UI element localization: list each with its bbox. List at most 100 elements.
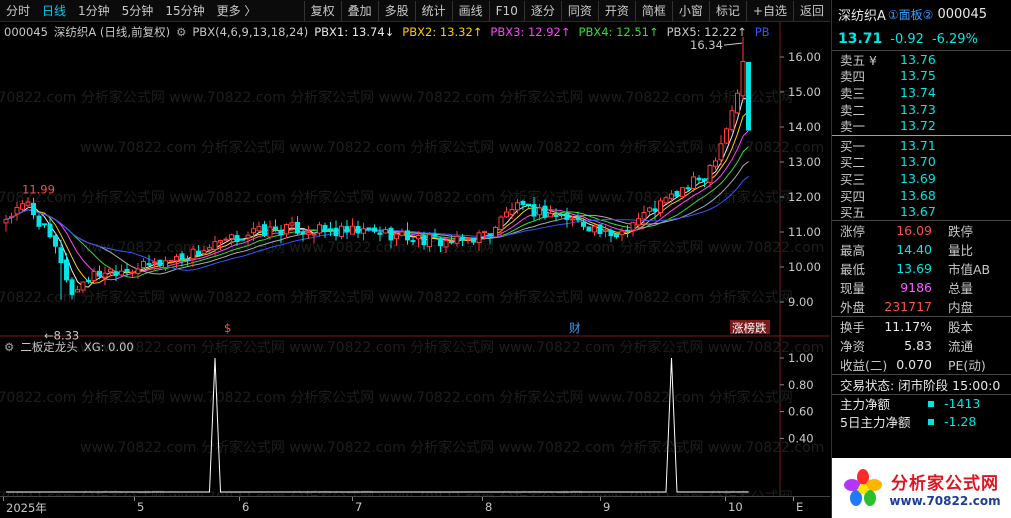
stat-row-4: 外盘 231717 内盘 xyxy=(840,298,974,315)
ask-row-2[interactable]: 卖三 13.74 xyxy=(832,84,1011,101)
candle-body xyxy=(603,229,608,232)
ask-row-3[interactable]: 卖二 13.73 xyxy=(832,101,1011,118)
stats-block-2: 换手 11.17% 股本 净资 5.83 流通 收益(二) 0.070 PE(动) xyxy=(832,317,1011,374)
sub-chart-legend: ⚙ 二板定龙头 XG: 0.00 xyxy=(4,339,134,355)
toolbar-button-2[interactable]: 多股 xyxy=(377,0,415,21)
candle-body xyxy=(64,259,69,281)
price-row: 13.71 -0.92 -6.29% xyxy=(832,28,1011,50)
sub-settings-icon[interactable]: ⚙ xyxy=(4,340,14,354)
bid-row-4[interactable]: 买五 13.67 xyxy=(832,203,1011,220)
candle-body xyxy=(212,240,218,250)
period-tab-5[interactable]: 更多 〉 xyxy=(211,0,263,22)
candle-body xyxy=(476,232,482,244)
period-tab-4[interactable]: 15分钟 xyxy=(159,0,210,22)
toolbar-button-12[interactable]: +自选 xyxy=(745,0,793,21)
candle-body xyxy=(278,229,284,236)
candle-body xyxy=(20,203,25,210)
candle-body xyxy=(410,240,416,243)
indicator-settings-icon[interactable]: ⚙ xyxy=(176,25,186,39)
x-axis-label-5: 9 xyxy=(603,500,611,514)
local-high-label: 11.99 xyxy=(22,182,55,196)
candle-body xyxy=(597,224,603,235)
ask-row-0[interactable]: 卖五 ¥13.76 xyxy=(832,51,1011,68)
candle-body xyxy=(685,187,691,190)
toolbar-button-8[interactable]: 开资 xyxy=(597,0,635,21)
period-tab-2[interactable]: 1分钟 xyxy=(72,0,116,22)
pbx-line-4 xyxy=(5,146,749,279)
period-tab-1[interactable]: 日线 xyxy=(36,0,72,22)
period-tab-3[interactable]: 5分钟 xyxy=(116,0,160,22)
bid-row-2[interactable]: 买三 13.69 xyxy=(832,170,1011,187)
candle-body xyxy=(223,238,229,241)
price-change-pct: -6.29% xyxy=(931,31,978,47)
bid-book: 买一 13.71 买二 13.70 买三 13.69 买四 13.68 买五 13.67 xyxy=(832,137,1011,220)
toolbar-button-1[interactable]: 叠加 xyxy=(340,0,378,21)
candle-body xyxy=(658,200,663,214)
candle-body xyxy=(339,225,344,238)
candle-body xyxy=(713,160,718,167)
y-tick-label: 15.00 xyxy=(788,85,821,99)
bid-row-0[interactable]: 买一 13.71 xyxy=(832,137,1011,154)
candle-body xyxy=(724,128,729,144)
pbx-legend-1: PBX1: 13.74↓ xyxy=(314,25,395,39)
candle-body xyxy=(559,213,564,216)
toolbar-button-0[interactable]: 复权 xyxy=(303,0,341,21)
y-tick-label: 16.00 xyxy=(788,50,821,64)
stat2-row-1: 净资 5.83 流通 xyxy=(840,337,974,354)
stock-code: 000045 xyxy=(4,25,48,39)
candle-body xyxy=(575,216,581,221)
bid-row-1[interactable]: 买二 13.70 xyxy=(832,154,1011,170)
toolbar-button-5[interactable]: F10 xyxy=(488,0,524,21)
candle-body xyxy=(130,271,135,274)
y-tick-label: 12.00 xyxy=(788,190,821,204)
y-tick-label: 10.00 xyxy=(788,260,821,274)
watermark-text: www.70822.com 分析家公式网 www.70822.com 分析家公式… xyxy=(80,339,830,356)
candle-body xyxy=(372,227,377,232)
sub-indicator-name[interactable]: 二板定龙头 xyxy=(20,339,78,355)
flow-row-0: 主力净额 -1413 xyxy=(840,396,981,413)
candle-body xyxy=(284,223,289,235)
toolbar-button-9[interactable]: 简框 xyxy=(634,0,672,21)
price-change: -0.92 xyxy=(890,31,924,47)
candle-body xyxy=(295,221,300,234)
candle-body xyxy=(350,225,355,235)
toolbar-button-7[interactable]: 同资 xyxy=(560,0,598,21)
panel-switch[interactable]: ①面板② xyxy=(888,6,934,23)
toolbar-button-3[interactable]: 统计 xyxy=(414,0,452,21)
candle-body xyxy=(9,215,14,218)
indicator-name[interactable]: PBX(4,6,9,13,18,24) xyxy=(192,25,308,39)
pbx-legend-4: PBX4: 12.51↑ xyxy=(578,25,659,39)
candle-body xyxy=(377,232,383,235)
candle-body xyxy=(696,177,702,181)
ask-row-1[interactable]: 卖四 13.75 xyxy=(832,68,1011,84)
candle-body xyxy=(482,231,487,234)
bid-row-3[interactable]: 买四 13.68 xyxy=(832,187,1011,204)
ask-row-4[interactable]: 卖一 13.72 xyxy=(832,117,1011,134)
candle-body xyxy=(581,221,586,227)
candle-body xyxy=(421,235,427,246)
period-tab-0[interactable]: 分时 xyxy=(0,0,36,22)
toolbar-button-6[interactable]: 逐分 xyxy=(523,0,561,21)
high-arrow xyxy=(723,42,743,46)
toolbar-button-13[interactable]: 返回 xyxy=(792,0,830,21)
x-axis-label-4: 8 xyxy=(485,500,493,514)
candle-body xyxy=(669,193,674,199)
candle-body xyxy=(317,224,322,234)
candle-body xyxy=(251,228,256,234)
kline-chart[interactable]: www.70822.com 分析家公式网 www.70822.com 分析家公式… xyxy=(0,22,913,506)
candle-body xyxy=(355,226,361,234)
toolbar-button-4[interactable]: 画线 xyxy=(451,0,489,21)
candle-body xyxy=(75,289,80,293)
candle-body xyxy=(119,270,124,276)
candle-body xyxy=(553,214,559,217)
candle-body xyxy=(311,233,317,236)
candle-body xyxy=(680,187,685,198)
candle-body xyxy=(702,178,707,182)
toolbar-button-11[interactable]: 标记 xyxy=(708,0,746,21)
candle-body xyxy=(647,207,652,212)
candle-body xyxy=(388,227,394,241)
kline-chart-area[interactable]: www.70822.com 分析家公式网 www.70822.com 分析家公式… xyxy=(0,22,913,506)
candle-body xyxy=(273,226,278,231)
candle-body xyxy=(135,268,141,274)
toolbar-button-10[interactable]: 小窗 xyxy=(671,0,709,21)
